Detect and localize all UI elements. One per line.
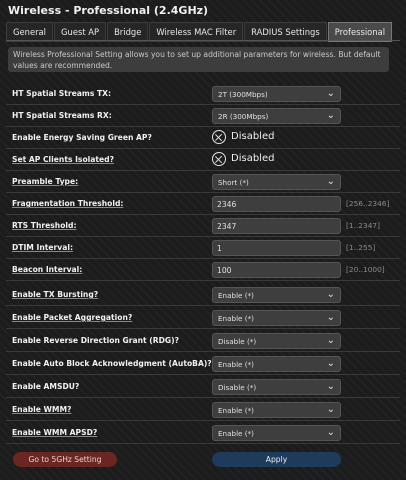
tab-bar: General Guest AP Bridge Wireless MAC Fil… xyxy=(6,22,393,42)
input-value: 1 xyxy=(217,244,222,253)
chevron-down-icon: ⌄ xyxy=(326,289,335,300)
chevron-down-icon: ⌄ xyxy=(326,358,335,369)
autoba-select[interactable]: Enable (*) ⌄ xyxy=(212,356,341,372)
setting-label: Set AP Clients Isolated? xyxy=(12,155,115,164)
setting-row-wmm: Enable WMM? Enable (*) ⌄ xyxy=(6,400,400,421)
input-value: 2346 xyxy=(217,200,237,209)
range-hint: [256..2346] xyxy=(346,199,390,208)
select-value: 2T (300Mbps) xyxy=(218,90,268,99)
setting-label: RTS Threshold: xyxy=(12,221,77,230)
setting-label: Enable AMSDU? xyxy=(12,382,80,391)
apply-button[interactable]: Apply xyxy=(212,452,341,467)
wmm-select[interactable]: Enable (*) ⌄ xyxy=(212,402,341,418)
setting-label: HT Spatial Streams RX: xyxy=(12,111,112,120)
chevron-down-icon: ⌄ xyxy=(326,88,335,99)
setting-row-rdg: Enable Reverse Direction Grant (RDG)? Di… xyxy=(6,331,400,352)
tx-burst-select[interactable]: Enable (*) ⌄ xyxy=(212,287,341,303)
tab-bridge[interactable]: Bridge xyxy=(107,22,149,42)
setting-row-ht-tx: HT Spatial Streams TX: 2T (300Mbps) ⌄ xyxy=(6,84,400,105)
amsdu-select[interactable]: Disable (*) ⌄ xyxy=(212,379,341,395)
frag-threshold-input[interactable]: 2346 xyxy=(212,196,341,212)
setting-row-beacon: Beacon Interval: 100 [20..1000] xyxy=(6,260,400,281)
tab-divider xyxy=(6,40,400,41)
toggle-value: Disabled xyxy=(231,131,275,142)
disabled-x-icon xyxy=(212,152,226,166)
setting-row-pkt-agg: Enable Packet Aggregation? Enable (*) ⌄ xyxy=(6,308,400,329)
setting-row-dtim: DTIM Interval: 1 [1..255] xyxy=(6,238,400,259)
range-hint: [1..2347] xyxy=(346,221,380,230)
beacon-interval-input[interactable]: 100 xyxy=(212,262,341,278)
tab-general[interactable]: General xyxy=(6,22,54,42)
chevron-down-icon: ⌄ xyxy=(326,312,335,323)
setting-label: Enable Auto Block Acknowledgment (AutoBA… xyxy=(12,359,212,368)
tab-wireless-mac-filter[interactable]: Wireless MAC Filter xyxy=(149,22,244,42)
chevron-down-icon: ⌄ xyxy=(326,381,335,392)
go-to-5ghz-button[interactable]: Go to 5GHz Setting xyxy=(13,452,117,467)
dtim-interval-input[interactable]: 1 xyxy=(212,240,341,256)
setting-label: Enable WMM? xyxy=(12,405,72,414)
input-value: 2347 xyxy=(217,222,237,231)
setting-label: Enable Energy Saving Green AP? xyxy=(12,133,152,142)
setting-label: DTIM Interval: xyxy=(12,243,73,252)
select-value: Enable (*) xyxy=(218,291,254,300)
wmm-apsd-select[interactable]: Enable (*) ⌄ xyxy=(212,425,341,441)
setting-row-ap-isolated: Set AP Clients Isolated? Disabled xyxy=(6,150,400,171)
range-hint: [20..1000] xyxy=(346,265,385,274)
select-value: Short (*) xyxy=(218,178,249,187)
setting-label: Enable Reverse Direction Grant (RDG)? xyxy=(12,336,180,345)
setting-row-frag: Fragmentation Threshold: 2346 [256..2346… xyxy=(6,194,400,215)
chevron-down-icon: ⌄ xyxy=(326,176,335,187)
setting-row-amsdu: Enable AMSDU? Disable (*) ⌄ xyxy=(6,377,400,398)
setting-label: Enable WMM APSD? xyxy=(12,428,98,437)
chevron-down-icon: ⌄ xyxy=(326,335,335,346)
setting-label: Beacon Interval: xyxy=(12,265,83,274)
select-value: Enable (*) xyxy=(218,406,254,415)
page-title: Wireless - Professional (2.4GHz) xyxy=(8,4,209,17)
select-value: Enable (*) xyxy=(218,314,254,323)
setting-label: Enable TX Bursting? xyxy=(12,290,99,299)
rts-threshold-input[interactable]: 2347 xyxy=(212,218,341,234)
setting-row-rts: RTS Threshold: 2347 [1..2347] xyxy=(6,216,400,237)
setting-row-tx-burst: Enable TX Bursting? Enable (*) ⌄ xyxy=(6,285,400,306)
toggle-value: Disabled xyxy=(231,153,275,164)
chevron-down-icon: ⌄ xyxy=(326,427,335,438)
select-value: Disable (*) xyxy=(218,383,257,392)
tab-radius-settings[interactable]: RADIUS Settings xyxy=(244,22,327,42)
preamble-select[interactable]: Short (*) ⌄ xyxy=(212,174,341,190)
range-hint: [1..255] xyxy=(346,243,376,252)
setting-label: Fragmentation Threshold: xyxy=(12,199,124,208)
setting-row-wmm-apsd: Enable WMM APSD? Enable (*) ⌄ xyxy=(6,423,400,444)
disabled-x-icon xyxy=(212,130,226,144)
setting-row-ht-rx: HT Spatial Streams RX: 2R (300Mbps) ⌄ xyxy=(6,106,400,127)
chevron-down-icon: ⌄ xyxy=(326,404,335,415)
ht-tx-select[interactable]: 2T (300Mbps) ⌄ xyxy=(212,86,341,102)
setting-row-green-ap: Enable Energy Saving Green AP? Disabled xyxy=(6,128,400,149)
select-value: Disable (*) xyxy=(218,337,257,346)
select-value: Enable (*) xyxy=(218,360,254,369)
input-value: 100 xyxy=(217,266,232,275)
chevron-down-icon: ⌄ xyxy=(326,110,335,121)
setting-row-autoba: Enable Auto Block Acknowledgment (AutoBA… xyxy=(6,354,400,375)
setting-label: Preamble Type: xyxy=(12,177,79,186)
select-value: 2R (300Mbps) xyxy=(218,112,269,121)
pkt-agg-select[interactable]: Enable (*) ⌄ xyxy=(212,310,341,326)
rdg-select[interactable]: Disable (*) ⌄ xyxy=(212,333,341,349)
ht-rx-select[interactable]: 2R (300Mbps) ⌄ xyxy=(212,108,341,124)
tab-guest-ap[interactable]: Guest AP xyxy=(54,22,107,42)
info-box: Wireless Professional Setting allows you… xyxy=(8,47,389,72)
setting-label: Enable Packet Aggregation? xyxy=(12,313,133,322)
setting-label: HT Spatial Streams TX: xyxy=(12,89,112,98)
setting-row-preamble: Preamble Type: Short (*) ⌄ xyxy=(6,172,400,193)
tab-professional[interactable]: Professional xyxy=(327,22,393,42)
select-value: Enable (*) xyxy=(218,429,254,438)
